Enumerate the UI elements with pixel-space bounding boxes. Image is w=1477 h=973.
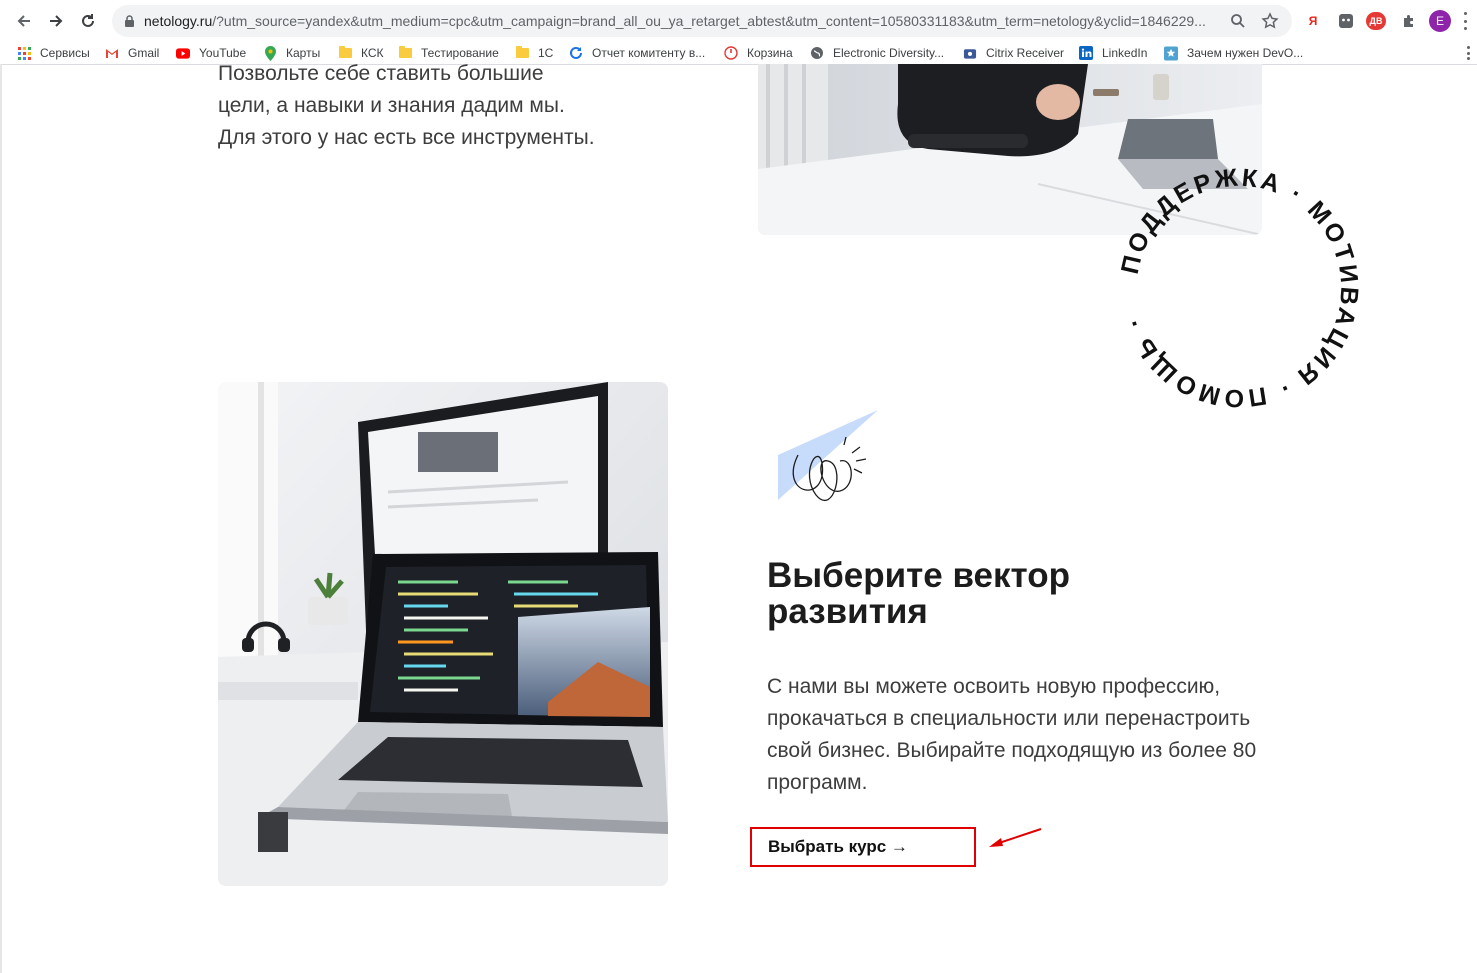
globe-icon	[810, 46, 824, 60]
intro-line: цели, а навыки и знания дадим мы.	[218, 94, 565, 117]
extensions-puzzle-icon[interactable]	[1399, 11, 1419, 31]
yandex-extension-icon[interactable]: Я	[1303, 11, 1323, 31]
bookmark-services[interactable]: Сервисы	[17, 44, 90, 62]
profile-initial: E	[1435, 14, 1444, 28]
extension-square-icon[interactable]: ⚇	[1336, 11, 1356, 31]
youtube-icon	[176, 46, 190, 60]
bookmark-label: Gmail	[128, 46, 160, 60]
bookmark-star-icon[interactable]	[1260, 11, 1280, 31]
bookmark-label: Корзина	[747, 46, 793, 60]
bookmark-electronic-diversity[interactable]: Electronic Diversity...	[810, 44, 944, 62]
laptop-code-photo	[218, 382, 668, 886]
url-text: netology.ru/?utm_source=yandex&utm_mediu…	[144, 13, 1229, 29]
star-badge-icon	[1164, 46, 1178, 60]
bookmarks-overflow-icon[interactable]	[1467, 46, 1471, 60]
bookmark-linkedin[interactable]: LinkedIn	[1079, 44, 1147, 62]
apps-grid-icon	[17, 46, 31, 60]
stamp-text: ПОДДЕРЖКА · МОТИВАЦИЯ · ПОМОЩЬ ·	[1116, 163, 1361, 412]
url-path: /?utm_source=yandex&utm_medium=cpc&utm_c…	[212, 13, 1206, 29]
bookmark-gmail[interactable]: Gmail	[105, 44, 159, 62]
bookmark-label: Сервисы	[40, 46, 90, 60]
choose-course-label: Выбрать курс →	[768, 837, 908, 856]
intro-paragraph: Позвольте себе ставить большие цели, а н…	[218, 58, 658, 154]
intro-line: Для этого у нас есть все инструменты.	[218, 126, 595, 149]
bookmark-devops[interactable]: Зачем нужен DevO...	[1164, 44, 1303, 62]
lock-icon	[122, 14, 136, 28]
profile-avatar[interactable]: E	[1429, 10, 1451, 32]
choose-course-button[interactable]: Выбрать курс →	[750, 827, 976, 867]
intro-line: Позвольте себе ставить большие	[218, 62, 544, 85]
reload-button[interactable]	[76, 9, 100, 33]
section-title: Выберите вектор развития	[767, 556, 1070, 631]
bookmark-label: Зачем нужен DevO...	[1187, 46, 1304, 60]
bookmark-citrix[interactable]: Citrix Receiver	[963, 44, 1064, 62]
address-bar[interactable]: netology.ru/?utm_source=yandex&utm_mediu…	[112, 5, 1292, 37]
browser-toolbar: netology.ru/?utm_source=yandex&utm_mediu…	[0, 0, 1477, 42]
bookmark-label: Electronic Diversity...	[833, 46, 945, 60]
bookmark-trash[interactable]: Корзина	[724, 44, 793, 62]
svg-text:ПОДДЕРЖКА · МОТИВАЦИЯ · ПОМОЩЬ: ПОДДЕРЖКА · МОТИВАЦИЯ · ПОМОЩЬ ·	[1116, 163, 1364, 412]
values-stamp: ПОДДЕРЖКА · МОТИВАЦИЯ · ПОМОЩЬ ·	[1114, 163, 1364, 413]
power-icon	[724, 46, 738, 60]
citrix-icon	[963, 46, 977, 60]
db-extension-icon[interactable]: ДВ	[1366, 12, 1386, 30]
page-left-edge	[0, 64, 2, 973]
bookmark-label: LinkedIn	[1102, 46, 1148, 60]
back-button[interactable]	[12, 9, 36, 33]
gmail-icon	[105, 46, 119, 60]
url-domain: netology.ru	[144, 13, 213, 29]
zoom-search-icon[interactable]	[1228, 11, 1248, 31]
db-extension-label: ДВ	[1369, 16, 1383, 26]
linkedin-icon	[1079, 46, 1093, 60]
browser-menu-icon[interactable]	[1463, 12, 1467, 30]
annotation-arrow-icon	[985, 825, 1045, 850]
yandex-extension-label: Я	[1308, 14, 1318, 28]
bookmark-label: Citrix Receiver	[986, 46, 1065, 60]
forward-button[interactable]	[44, 9, 68, 33]
spiral-doodle-icon	[768, 405, 888, 505]
section-description: С нами вы можете освоить новую профессию…	[767, 675, 1257, 794]
